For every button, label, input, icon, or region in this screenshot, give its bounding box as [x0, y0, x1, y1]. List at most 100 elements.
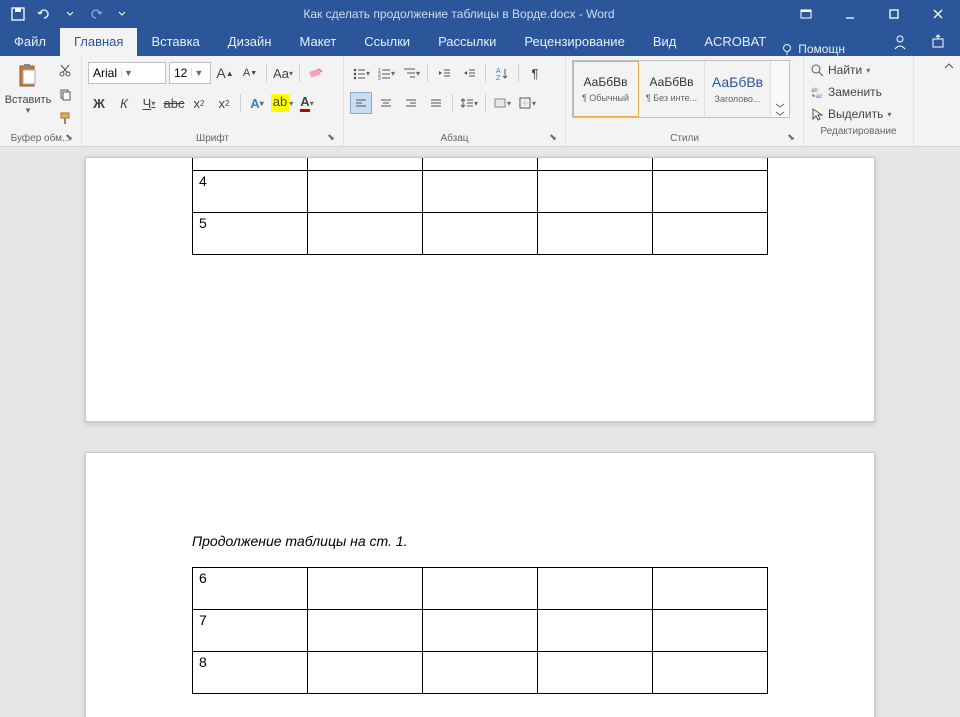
close-icon[interactable]: [916, 0, 960, 28]
tab-mailings[interactable]: Рассылки: [424, 28, 510, 56]
table-row[interactable]: 8: [193, 652, 768, 694]
maximize-icon[interactable]: [872, 0, 916, 28]
tab-insert[interactable]: Вставка: [137, 28, 213, 56]
highlight-icon[interactable]: ab▾: [271, 92, 293, 114]
clear-format-icon[interactable]: [305, 62, 327, 84]
table-row[interactable]: [193, 158, 768, 170]
find-button[interactable]: Найти▾: [810, 60, 907, 80]
replace-button[interactable]: abacЗаменить: [810, 82, 907, 102]
undo-dropdown-icon[interactable]: [58, 2, 82, 26]
line-spacing-icon[interactable]: ▾: [458, 92, 480, 114]
shading-icon[interactable]: ▾: [491, 92, 513, 114]
svg-text:3: 3: [378, 76, 381, 80]
select-button[interactable]: Выделить▾: [810, 104, 907, 124]
font-launcher-icon[interactable]: ⬊: [325, 131, 337, 143]
style-preview: АаБбВв: [712, 74, 763, 90]
paragraph-launcher-icon[interactable]: ⬊: [547, 131, 559, 143]
tab-review[interactable]: Рецензирование: [510, 28, 638, 56]
clipboard-launcher-icon[interactable]: ⬊: [63, 131, 75, 143]
minimize-icon[interactable]: [828, 0, 872, 28]
quick-access-toolbar: [0, 2, 134, 26]
document-table-1[interactable]: 4 5: [192, 158, 768, 255]
document-title: Как сделать продолжение таблицы в Ворде.…: [134, 7, 784, 21]
underline-icon[interactable]: Ч▾: [138, 92, 160, 114]
align-center-icon[interactable]: [375, 92, 397, 114]
strike-icon[interactable]: abc: [163, 92, 185, 114]
font-size-combo[interactable]: 12▼: [169, 62, 211, 84]
undo-icon[interactable]: [32, 2, 56, 26]
style-normal[interactable]: АаБбВв ¶ Обычный: [573, 61, 639, 117]
style-no-spacing[interactable]: АаБбВв ¶ Без инте...: [639, 61, 705, 117]
group-label-styles: Стили⬊: [572, 131, 797, 144]
borders-icon[interactable]: ▾: [516, 92, 538, 114]
text-effects-icon[interactable]: A▾: [246, 92, 268, 114]
tab-references[interactable]: Ссылки: [350, 28, 424, 56]
tab-file[interactable]: Файл: [0, 28, 60, 56]
save-icon[interactable]: [6, 2, 30, 26]
ribbon-display-icon[interactable]: [784, 0, 828, 28]
change-case-icon[interactable]: Aa▾: [272, 62, 294, 84]
pilcrow-icon[interactable]: ¶: [524, 62, 546, 84]
styles-launcher-icon[interactable]: ⬊: [785, 131, 797, 143]
table-row[interactable]: 6: [193, 568, 768, 610]
justify-icon[interactable]: [425, 92, 447, 114]
group-label-font: Шрифт⬊: [88, 131, 337, 144]
subscript-icon[interactable]: x2: [188, 92, 210, 114]
bullets-icon[interactable]: ▾: [350, 62, 372, 84]
tab-acrobat[interactable]: ACROBAT: [690, 28, 780, 56]
copy-icon[interactable]: [55, 84, 75, 104]
group-editing: Найти▾ abacЗаменить Выделить▾ Редактиров…: [804, 56, 914, 146]
document-workspace[interactable]: 4 5 Продолжение таблицы на ст. 1. 6 7 8: [0, 147, 960, 717]
lightbulb-icon: [780, 42, 794, 56]
qat-customize-icon[interactable]: [110, 2, 134, 26]
chevron-down-icon: ▼: [24, 106, 32, 115]
format-painter-icon[interactable]: [55, 108, 75, 128]
table-caption[interactable]: Продолжение таблицы на ст. 1.: [192, 533, 768, 549]
group-clipboard: Вставить ▼ Буфер обм...⬊: [0, 56, 82, 146]
style-preview: АаБбВв: [650, 75, 694, 89]
tell-me-search[interactable]: Помощн: [780, 42, 845, 56]
table-row[interactable]: 5: [193, 212, 768, 254]
chevron-down-icon[interactable]: ▼: [121, 68, 135, 78]
font-name-combo[interactable]: Arial▼: [88, 62, 166, 84]
tab-view[interactable]: Вид: [639, 28, 691, 56]
tab-layout[interactable]: Макет: [285, 28, 350, 56]
chevron-down-icon[interactable]: ▼: [191, 68, 205, 78]
window-controls: [784, 0, 960, 28]
collapse-ribbon-icon[interactable]: [938, 56, 960, 76]
account-icon[interactable]: [884, 28, 916, 56]
decrease-indent-icon[interactable]: [433, 62, 455, 84]
font-color-icon[interactable]: A▾: [296, 92, 318, 114]
chevron-down-icon: ▾: [887, 110, 891, 119]
redo-icon[interactable]: [84, 2, 108, 26]
style-name: ¶ Без инте...: [646, 93, 697, 103]
table-row[interactable]: 7: [193, 610, 768, 652]
multilevel-icon[interactable]: ▾: [400, 62, 422, 84]
document-page-2[interactable]: Продолжение таблицы на ст. 1. 6 7 8: [85, 452, 875, 717]
title-bar: Как сделать продолжение таблицы в Ворде.…: [0, 0, 960, 28]
styles-more-button[interactable]: [771, 61, 789, 117]
document-page-1[interactable]: 4 5: [85, 157, 875, 422]
ribbon: Вставить ▼ Буфер обм...⬊ Arial▼ 12▼ A▲ A…: [0, 56, 960, 147]
grow-font-icon[interactable]: A▲: [214, 62, 236, 84]
document-table-2[interactable]: 6 7 8: [192, 567, 768, 694]
align-left-icon[interactable]: [350, 92, 372, 114]
style-name: Заголово...: [715, 94, 761, 104]
align-right-icon[interactable]: [400, 92, 422, 114]
table-row[interactable]: 4: [193, 170, 768, 212]
numbering-icon[interactable]: 123▾: [375, 62, 397, 84]
cut-icon[interactable]: [55, 60, 75, 80]
sort-icon[interactable]: AZ: [491, 62, 513, 84]
shrink-font-icon[interactable]: A▼: [239, 62, 261, 84]
increase-indent-icon[interactable]: [458, 62, 480, 84]
superscript-icon[interactable]: x2: [213, 92, 235, 114]
bold-icon[interactable]: Ж: [88, 92, 110, 114]
tab-home[interactable]: Главная: [60, 28, 137, 56]
italic-icon[interactable]: К: [113, 92, 135, 114]
paste-button[interactable]: Вставить ▼: [6, 60, 50, 115]
paste-icon: [12, 60, 44, 92]
share-icon[interactable]: [922, 28, 954, 56]
style-heading1[interactable]: АаБбВв Заголово...: [705, 61, 771, 117]
style-name: ¶ Обычный: [582, 93, 629, 103]
tab-design[interactable]: Дизайн: [214, 28, 286, 56]
